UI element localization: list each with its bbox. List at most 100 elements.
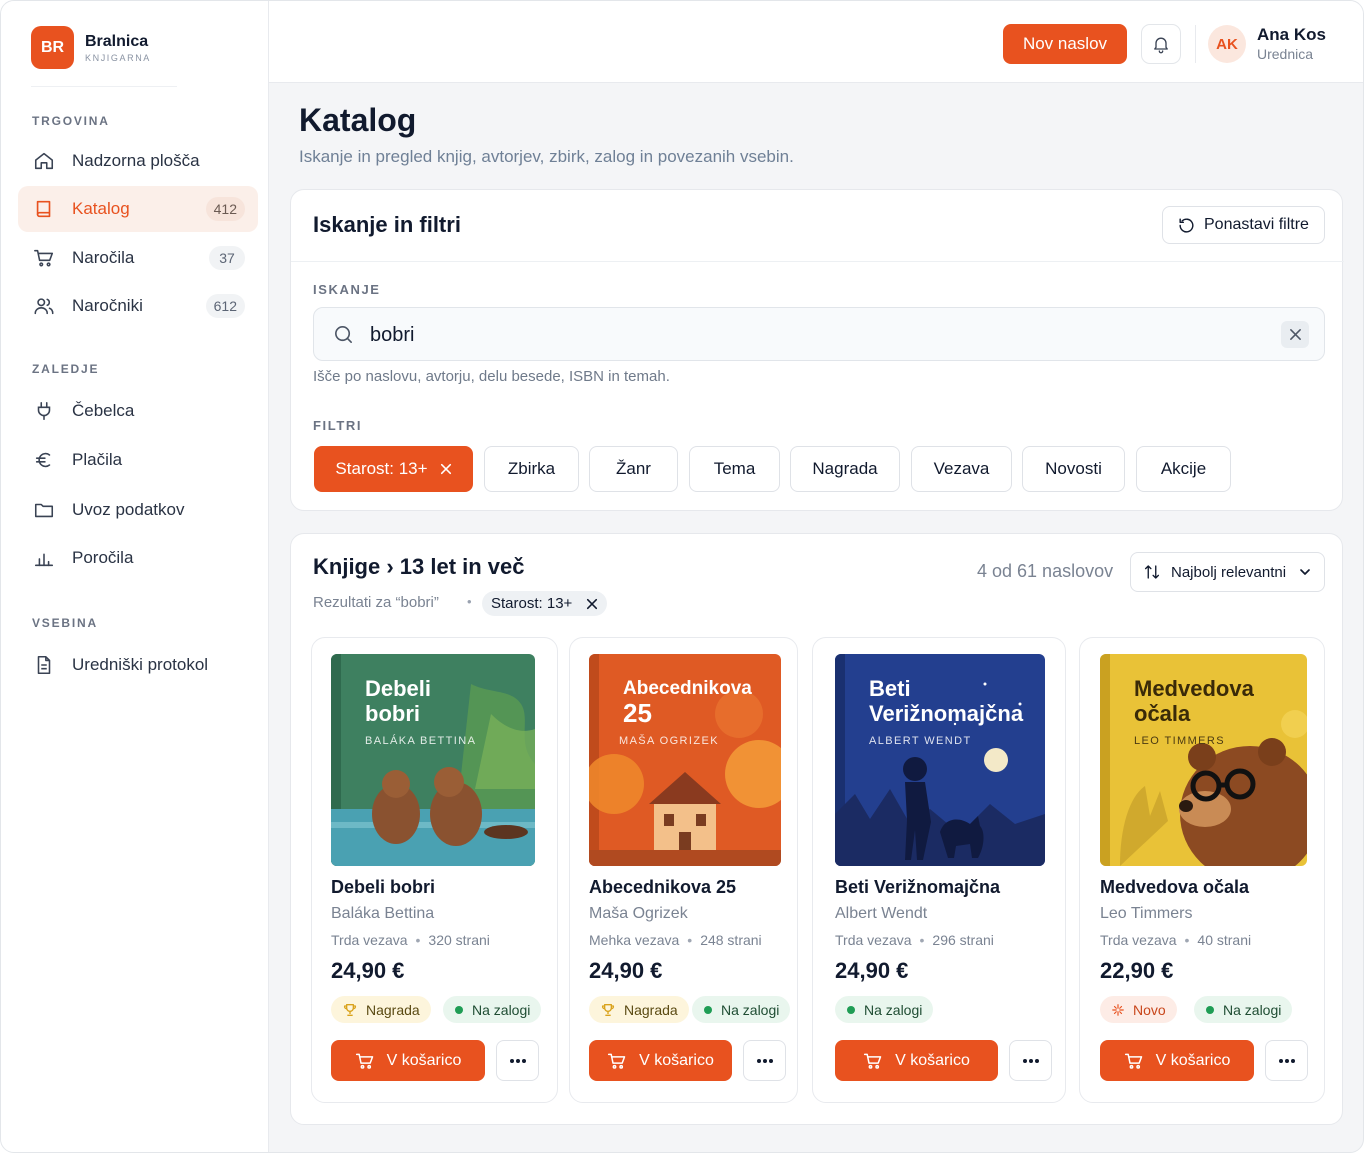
close-icon[interactable] [586,598,598,610]
add-to-cart-button[interactable]: V košarico [589,1040,732,1081]
notifications-button[interactable] [1141,24,1181,64]
topbar: Nov naslov AK Ana Kos Urednica [269,1,1363,83]
more-options-button[interactable] [1009,1040,1052,1081]
stock-badge: Na zalogi [1194,996,1293,1023]
filter-chip-collection[interactable]: Zbirka [484,446,579,492]
active-filter-label: Starost: 13+ [491,595,573,612]
book-card[interactable]: Medvedova očala LEO TIMMERS Medvedova oča… [1079,637,1325,1103]
filter-chip-award[interactable]: Nagrada [790,446,900,492]
brand-subtitle: KNJIGARNA [85,52,151,63]
card-title: Iskanje in filtri [313,212,461,237]
book-title[interactable]: Beti Verižnomajčna [835,877,1000,898]
add-to-cart-button[interactable]: V košarico [331,1040,485,1081]
filter-chip-topic[interactable]: Tema [689,446,780,492]
filter-chip-age[interactable]: Starost: 13+ [314,446,473,492]
sidebar-item-import[interactable]: Uvoz podatkov [18,487,258,533]
filter-chip-new[interactable]: Novosti [1022,446,1125,492]
avatar[interactable]: AK [1208,25,1246,63]
book-cover[interactable]: Beti Verižnomajčna ALBERT WENDT [835,654,1045,866]
sidebar-item-label: Nadzorna plošča [72,151,200,170]
filter-chip-binding[interactable]: Vezava [911,446,1012,492]
book-cover[interactable]: Medvedova očala LEO TIMMERS [1100,654,1307,866]
sidebar-item-label: Naročniki [72,296,143,315]
new-title-button[interactable]: Nov naslov [1003,24,1127,64]
nav-section-title: TRGOVINA [32,114,110,128]
book-meta: Mehka vezava • 248 strani [589,932,762,948]
sidebar-item-payments[interactable]: Plačila [18,437,258,483]
results-count: 4 od 61 naslovov [977,561,1114,581]
sort-icon [1143,563,1161,581]
filters-label: FILTRI [313,418,363,433]
cover-author: ALBERT WENDT [869,735,972,747]
book-price: 24,90 € [589,958,663,983]
book-cover[interactable]: Abecednikova 25 MAŠA OGRIZEK [589,654,781,866]
users-icon [33,295,55,317]
sidebar-item-orders[interactable]: Naročila 37 [18,235,258,281]
sidebar-item-label: Katalog [72,199,130,218]
more-options-button[interactable] [1265,1040,1308,1081]
close-icon[interactable] [440,463,452,475]
book-title[interactable]: Abecednikova 25 [589,877,736,898]
stock-badge: Na zalogi [692,996,791,1023]
sidebar-item-label: Naročila [72,248,135,267]
status-dot-icon [454,1005,464,1015]
book-card[interactable]: Debeli bobri BALÁKA BETTINA Debeli bobri … [311,637,558,1103]
document-icon [33,654,55,676]
add-to-cart-button[interactable]: V košarico [835,1040,998,1081]
book-card[interactable]: Beti Verižnomajčna ALBERT WENDT Beti Veri… [812,637,1066,1103]
count-badge: 412 [205,197,245,221]
cart-icon [1124,1051,1144,1071]
status-dot-icon [846,1005,856,1015]
close-icon [1289,328,1302,341]
more-icon [1278,1058,1296,1064]
book-icon [33,198,55,220]
sort-label: Najbolj relevantni [1171,563,1287,581]
cover-title: Debeli bobri [365,676,432,726]
more-options-button[interactable] [743,1040,786,1081]
sidebar-item-cebelca[interactable]: Čebelca [18,388,258,434]
cart-icon [863,1051,883,1071]
divider [31,86,177,87]
filter-chip-sales[interactable]: Akcije [1136,446,1231,492]
book-card[interactable]: Abecednikova 25 MAŠA OGRIZEK Abecednikova… [569,637,798,1103]
clear-search-button[interactable] [1281,321,1309,348]
book-title[interactable]: Debeli bobri [331,877,435,898]
sort-dropdown[interactable]: Najbolj relevantni [1130,552,1325,592]
sidebar: BR Bralnica KNJIGARNA TRGOVINA Nadzorna … [1,1,269,1152]
search-input[interactable] [370,321,1250,349]
reset-filters-button[interactable]: Ponastavi filtre [1162,206,1325,244]
brand[interactable]: BR Bralnica KNJIGARNA [31,26,151,69]
book-price: 22,90 € [1100,958,1174,983]
cart-icon [355,1051,375,1071]
sidebar-item-editorial-protocol[interactable]: Uredniški protokol [18,642,258,688]
cart-icon [33,247,55,269]
sidebar-item-dashboard[interactable]: Nadzorna plošča [18,138,258,184]
reset-icon [1177,216,1196,235]
active-filter-chip[interactable]: Starost: 13+ [482,591,608,616]
book-meta: Trda vezava • 40 strani [1100,932,1252,948]
page-subtitle: Iskanje in pregled knjig, avtorjev, zbir… [299,147,794,166]
sparkle-icon [1111,1003,1125,1017]
add-to-cart-button[interactable]: V košarico [1100,1040,1254,1081]
cart-icon [607,1051,627,1071]
book-cover[interactable]: Debeli bobri BALÁKA BETTINA [331,654,535,866]
euro-icon [33,449,55,471]
divider [291,261,1344,262]
count-badge: 612 [205,294,245,318]
sidebar-item-reports[interactable]: Poročila [18,535,258,581]
sidebar-item-catalog[interactable]: Katalog 412 [18,186,258,232]
more-icon [756,1058,774,1064]
status-dot-icon [1205,1005,1215,1015]
book-title[interactable]: Medvedova očala [1100,877,1249,898]
search-icon [332,323,355,351]
filter-chip-genre[interactable]: Žanr [589,446,678,492]
award-badge: Nagrada [331,996,431,1023]
reset-filters-label: Ponastavi filtre [1204,216,1309,233]
award-badge: Nagrada [589,996,689,1023]
search-filters-card: Iskanje in filtri Ponastavi filtre ISKAN… [290,189,1344,511]
more-options-button[interactable] [496,1040,539,1081]
sidebar-item-customers[interactable]: Naročniki 612 [18,283,258,329]
folder-icon [33,499,55,521]
book-meta: Trda vezava • 320 strani [331,932,490,948]
count-badge: 37 [209,246,245,270]
